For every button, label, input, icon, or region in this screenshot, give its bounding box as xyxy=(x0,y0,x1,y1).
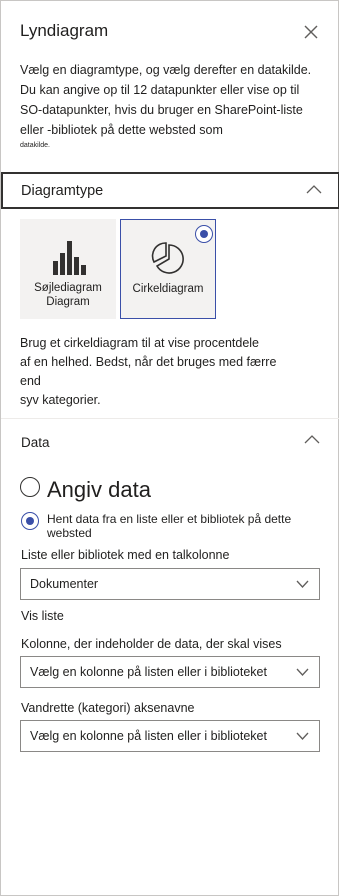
chart-type-help: Brug et cirkeldiagram til at vise procen… xyxy=(20,334,300,410)
chart-type-section-label: Diagramtype xyxy=(21,183,104,199)
bar-chart-icon xyxy=(53,241,86,275)
chart-type-section-header[interactable]: Diagramtype xyxy=(1,172,339,209)
list-dropdown[interactable]: Dokumenter xyxy=(20,568,320,600)
bar-chart-label-line1: Søjlediagram xyxy=(34,282,102,294)
manual-data-label[interactable]: Angiv data xyxy=(47,477,151,503)
manual-data-radio[interactable] xyxy=(20,477,40,497)
pane-title: Lyndiagram xyxy=(20,21,109,40)
help-line-1: Brug et cirkeldiagram til at vise procen… xyxy=(20,336,260,350)
chevron-down-icon xyxy=(296,580,309,588)
chevron-up-icon xyxy=(306,185,322,194)
bar-chart-label-line2: Diagram xyxy=(46,296,90,308)
list-dropdown-value: Dokumenter xyxy=(30,577,99,591)
pie-chart-option[interactable]: Cirkeldiagram xyxy=(120,219,216,319)
help-line-2: af en helhed. Bedst, når det bruges med … xyxy=(20,355,277,388)
pie-chart-selected-radio xyxy=(195,225,213,243)
bar-chart-option[interactable]: Søjlediagram Diagram xyxy=(20,219,116,319)
list-field-label: Liste eller bibliotek med en talkolonne xyxy=(21,548,230,562)
pie-chart-icon xyxy=(151,242,184,274)
chevron-up-icon[interactable] xyxy=(304,434,320,444)
list-data-radio[interactable] xyxy=(21,512,39,530)
view-list-label: Vis liste xyxy=(21,609,64,623)
section-divider xyxy=(1,418,339,419)
property-pane: Lyndiagram Vælg en diagramtype, og vælg … xyxy=(0,0,339,896)
column-dropdown-value: Vælg en kolonne på listen eller i biblio… xyxy=(30,665,267,679)
column-field-label: Kolonne, der indeholder de data, der ska… xyxy=(21,637,282,651)
pane-description: Vælg en diagramtype, og vælg derefter en… xyxy=(20,60,320,151)
list-data-label[interactable]: Hent data fra en liste eller et bibliote… xyxy=(47,512,338,540)
help-line-3: syv kategorier. xyxy=(20,393,101,407)
data-section-label[interactable]: Data xyxy=(21,435,50,450)
chevron-down-icon xyxy=(296,732,309,740)
axis-dropdown[interactable]: Vælg en kolonne på listen eller i biblio… xyxy=(20,720,320,752)
axis-field-label: Vandrette (kategori) aksenavne xyxy=(21,701,195,715)
column-dropdown[interactable]: Vælg en kolonne på listen eller i biblio… xyxy=(20,656,320,688)
close-icon xyxy=(304,25,318,39)
axis-dropdown-value: Vælg en kolonne på listen eller i biblio… xyxy=(30,729,267,743)
pie-chart-label: Cirkeldiagram xyxy=(132,283,204,295)
description-text: Vælg en diagramtype, og vælg derefter en… xyxy=(20,63,312,137)
chevron-down-icon xyxy=(296,668,309,676)
description-small-text: datakilde. xyxy=(20,142,50,149)
close-button[interactable] xyxy=(301,22,321,42)
